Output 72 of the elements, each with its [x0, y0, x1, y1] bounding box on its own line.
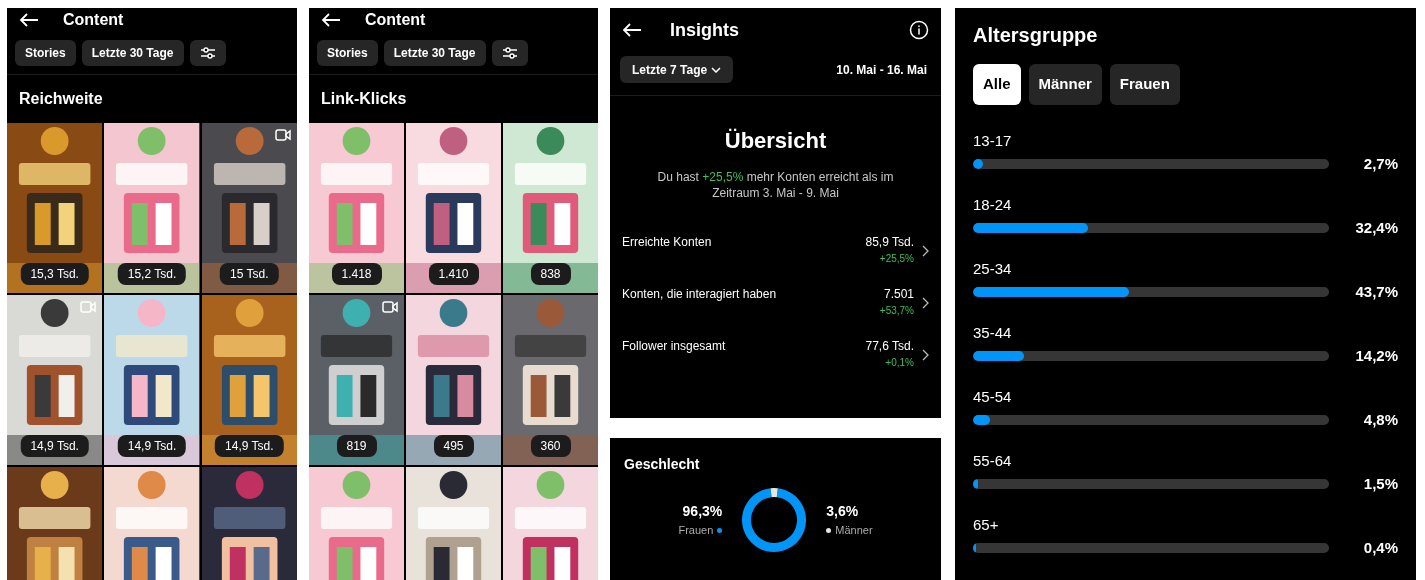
card-title: Altersgruppe: [973, 23, 1099, 48]
percent-reading: 0,4%: [1363, 538, 1398, 558]
percent-reading: 1,5%: [1363, 474, 1398, 494]
count-badge: 15 Tsd.: [220, 263, 279, 285]
legend-label: Frauen: [678, 523, 714, 539]
count-badge: 819: [336, 435, 377, 457]
count-badge: 15,3 Tsd.: [20, 263, 89, 285]
count-badge: 14,9 Tsd.: [20, 435, 89, 457]
filter-tab[interactable]: Alle: [973, 64, 1021, 105]
sliders-icon: [501, 46, 518, 60]
gender-percent: 96,3%: [682, 502, 723, 522]
legend-label: Männer: [835, 523, 873, 539]
count-badge: 495: [433, 435, 474, 457]
screen-title: Content: [63, 10, 124, 30]
age-range-label: 55-64: [973, 451, 1013, 471]
count-badge: 15,2 Tsd.: [117, 263, 187, 285]
overview-heading: Übersicht: [723, 127, 828, 155]
count-badge: 1.410: [428, 263, 479, 285]
filter-settings-button[interactable]: [491, 40, 528, 66]
filter-chip[interactable]: Letzte 30 Tage: [383, 40, 486, 66]
age-range-label: 25-34: [973, 259, 1013, 279]
card-title: Geschlecht: [624, 456, 700, 472]
percent-reading: 4,8%: [1363, 410, 1398, 430]
screen-title: Content: [365, 10, 426, 30]
info-icon[interactable]: [909, 20, 929, 40]
age-range-label: 65+: [973, 515, 1000, 535]
metric-row[interactable]: Erreichte Konten 85,9 Tsd. +25,5%: [622, 233, 929, 266]
count-badge: 838: [530, 263, 571, 285]
filter-chip[interactable]: Stories: [15, 40, 76, 66]
period-dropdown[interactable]: Letzte 7 Tage: [620, 56, 734, 83]
chevron-down-icon: [711, 66, 722, 73]
filter-settings-button[interactable]: [189, 40, 226, 66]
filter-tab[interactable]: Frauen: [1109, 64, 1180, 105]
filter-tab[interactable]: Männer: [1028, 64, 1102, 105]
percent-reading: 32,4%: [1355, 218, 1398, 238]
filter-chip[interactable]: Letzte 30 Tage: [81, 40, 184, 66]
chevron-right-icon: [922, 349, 929, 361]
screen-title: Insights: [670, 18, 739, 42]
date-range: 10. Mai - 16. Mai: [836, 61, 927, 79]
age-range-label: 45-54: [973, 387, 1013, 407]
filter-chip[interactable]: Stories: [317, 40, 378, 66]
metric-label: Follower insgesamt: [622, 338, 726, 355]
metric-row[interactable]: Konten, die interagiert haben 7.501 +53,7%: [622, 285, 929, 318]
count-badge: 14,9 Tsd.: [215, 435, 284, 457]
chevron-right-icon: [922, 297, 929, 309]
age-range-label: 18-24: [973, 195, 1013, 215]
metric-value: 85,9 Tsd.: [865, 234, 914, 251]
percent-reading: 14,2%: [1355, 346, 1398, 366]
overview-summary: Du hast +25,5% mehr Konten erreicht als im Zeitraum 3. Mai - 9. Mai: [656, 169, 895, 201]
metric-row[interactable]: Follower insgesamt 77,6 Tsd. +0,1%: [622, 337, 929, 370]
back-arrow-icon[interactable]: [321, 12, 341, 28]
percent-reading: 43,7%: [1355, 282, 1398, 302]
sliders-icon: [199, 46, 216, 60]
gender-percent: 3,6%: [826, 502, 859, 522]
metric-change: +0,1%: [885, 356, 914, 370]
section-title: Link-Klicks: [321, 90, 407, 107]
age-range-label: 35-44: [973, 323, 1013, 343]
count-badge: 14,9 Tsd.: [117, 435, 187, 457]
back-arrow-icon[interactable]: [19, 12, 39, 28]
section-title: Reichweite: [19, 90, 103, 107]
chevron-right-icon: [922, 245, 929, 257]
metric-label: Konten, die interagiert haben: [622, 286, 777, 303]
metric-change: +25,5%: [879, 252, 914, 266]
metric-change: +53,7%: [879, 304, 914, 318]
back-arrow-icon[interactable]: [622, 22, 642, 38]
metric-label: Erreichte Konten: [622, 234, 712, 251]
count-badge: 1.418: [331, 263, 382, 285]
metric-value: 77,6 Tsd.: [865, 338, 914, 355]
count-badge: 360: [530, 435, 571, 457]
metric-value: 7.501: [883, 286, 914, 303]
percent-reading: 2,7%: [1363, 154, 1398, 174]
age-range-label: 13-17: [973, 131, 1013, 151]
